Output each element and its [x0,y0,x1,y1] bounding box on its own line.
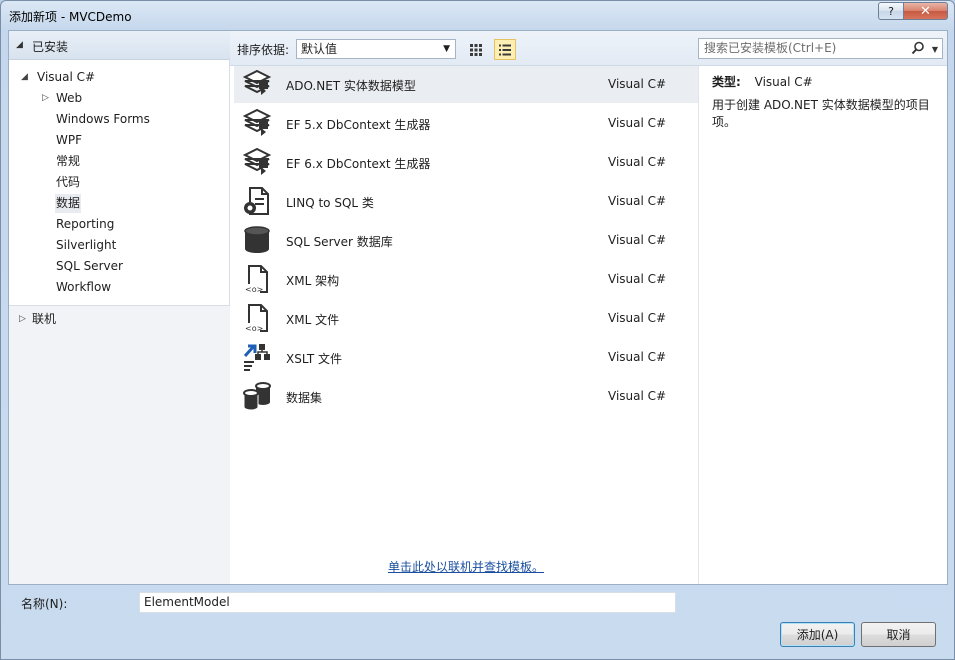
list-view-button[interactable] [494,39,516,60]
template-item-xslt-file[interactable]: XSLT 文件 Visual C# [234,339,698,376]
tree-item-data[interactable]: 数据 [55,194,82,213]
template-item-ado-entity-model[interactable]: ADO.NET 实体数据模型 Visual C# [234,66,698,103]
tree-item-silverlight[interactable]: Silverlight [55,236,117,255]
chevron-down-icon: ▼ [443,44,450,54]
tree-item-windows-forms[interactable]: Windows Forms [55,110,151,129]
search-icon[interactable] [911,41,925,55]
tree-item-workflow[interactable]: Workflow [55,278,112,297]
add-new-item-dialog: 添加新项 - MVCDemo ? ✕ ◢ 已安装 ◢ Visual C# ▷ W… [0,0,955,660]
tree-item-online[interactable]: 联机 [31,310,57,329]
template-item-ef5-dbcontext[interactable]: EF 5.x DbContext 生成器 Visual C# [234,105,698,142]
template-item-dataset[interactable]: 数据集 Visual C# [234,378,698,415]
sort-dropdown[interactable]: 默认值 ▼ [296,39,456,59]
online-section: ▷ 联机 [9,305,230,584]
svg-text:<o>: <o> [245,285,263,294]
type-value: Visual C# [754,75,813,89]
template-description: 用于创建 ADO.NET 实体数据模型的项目项。 [712,98,930,129]
linq-to-sql-icon [244,187,269,215]
installed-header[interactable]: ◢ 已安装 [9,31,230,60]
tree-item-web[interactable]: Web [55,89,83,108]
svg-text:<o>: <o> [245,324,263,333]
xslt-file-icon [243,344,270,371]
template-item-xml-schema[interactable]: <o> XML 架构 Visual C# [234,261,698,298]
tree-item-general[interactable]: 常规 [55,152,81,171]
find-templates-online-link[interactable]: 单击此处以联机并查找模板。 [388,558,544,575]
name-label: 名称(N): [21,597,68,611]
template-item-ef6-dbcontext[interactable]: EF 6.x DbContext 生成器 Visual C# [234,144,698,181]
template-item-xml-file[interactable]: <o> XML 文件 Visual C# [234,300,698,337]
category-pane: ◢ 已安装 ◢ Visual C# ▷ Web Windows Forms WP… [9,31,230,584]
entity-model-icon [242,69,272,95]
tree-item-reporting[interactable]: Reporting [55,215,115,234]
expanded-arrow-icon[interactable]: ◢ [21,68,28,87]
collapsed-arrow-icon[interactable]: ▷ [42,89,49,108]
help-button[interactable]: ? [878,2,904,20]
xml-schema-icon: <o> [244,265,268,294]
close-button[interactable]: ✕ [904,2,948,20]
list-view-icon [499,44,511,55]
tree-item-visual-csharp[interactable]: Visual C# [36,68,96,87]
collapsed-arrow-icon[interactable]: ▷ [19,310,26,329]
title-bar: 添加新项 - MVCDemo ? ✕ [1,1,954,30]
chevron-down-icon[interactable]: ▼ [932,42,938,57]
tree-item-wpf[interactable]: WPF [55,131,83,150]
grid-view-button[interactable] [465,39,487,60]
template-detail-pane: 类型: Visual C# 用于创建 ADO.NET 实体数据模型的项目项。 [698,66,947,584]
add-button[interactable]: 添加(A) [780,622,855,647]
type-label: 类型: [712,75,741,89]
database-icon [244,226,270,253]
dialog-body: ◢ 已安装 ◢ Visual C# ▷ Web Windows Forms WP… [8,30,948,585]
tree-item-code[interactable]: 代码 [55,173,81,192]
template-item-linq-to-sql[interactable]: LINQ to SQL 类 Visual C# [234,183,698,220]
window-title: 添加新项 - MVCDemo [9,10,132,24]
expanded-arrow-icon: ◢ [16,40,23,50]
template-item-sql-server-db[interactable]: SQL Server 数据库 Visual C# [234,222,698,259]
search-input[interactable]: 搜索已安装模板(Ctrl+E) ▼ [698,38,943,59]
sort-value: 默认值 [301,42,338,56]
template-toolbar: 排序依据: 默认值 ▼ 搜索已安装模板(Ctrl+E) ▼ [230,31,947,66]
grid-view-icon [470,43,482,56]
dbcontext-generator-icon [242,108,272,136]
dbcontext-generator-icon [242,147,272,175]
cancel-button[interactable]: 取消 [861,622,936,647]
name-field[interactable]: ElementModel [139,592,676,613]
search-placeholder: 搜索已安装模板(Ctrl+E) [704,41,837,55]
xml-file-icon: <o> [244,304,268,333]
template-list: ADO.NET 实体数据模型 Visual C# EF 5.x DbContex… [234,66,698,584]
installed-label: 已安装 [32,40,69,54]
tree-item-sql-server[interactable]: SQL Server [55,257,124,276]
sort-label: 排序依据: [237,43,290,57]
dataset-icon [243,382,271,411]
